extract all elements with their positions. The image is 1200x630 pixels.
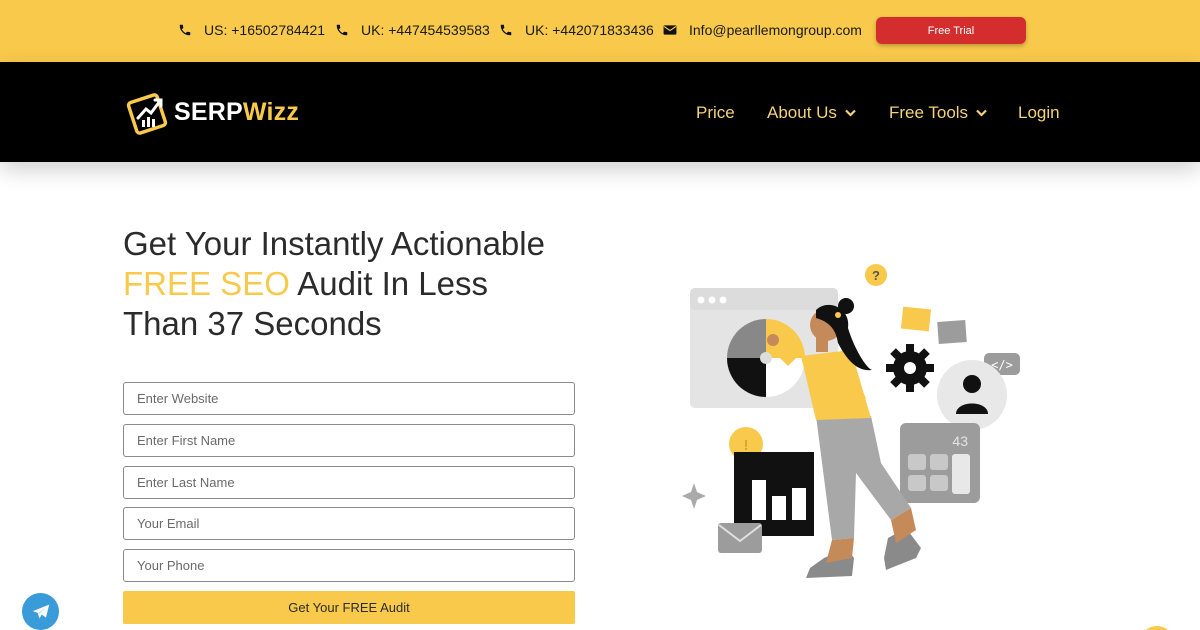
nav-label: Login xyxy=(1018,103,1060,122)
top-contact-bar: US: +16502784421 UK: +447454539583 UK: +… xyxy=(0,0,1200,62)
first-name-input[interactable] xyxy=(123,424,575,457)
headline-line-2: Audit In Less xyxy=(289,265,489,302)
nav-free-tools[interactable]: Free Tools xyxy=(889,103,987,123)
nav-about-us[interactable]: About Us xyxy=(767,103,856,123)
nav-label: Free Tools xyxy=(889,103,969,122)
contact-email[interactable]: Info@pearllemongroup.com xyxy=(663,22,862,38)
logo-wordmark: SERPWizz xyxy=(174,97,300,126)
phone-icon xyxy=(500,24,512,36)
phone-input[interactable] xyxy=(123,549,575,582)
note-yellow-shape xyxy=(900,306,932,332)
telegram-chat-button[interactable] xyxy=(22,593,59,630)
contact-phone-uk-2[interactable]: UK: +442071833436 xyxy=(499,22,654,38)
user-avatar-icon xyxy=(937,360,1007,430)
mail-icon xyxy=(718,523,762,553)
nav-label: About Us xyxy=(767,103,837,122)
question-bubble-icon: ? xyxy=(865,264,887,286)
phone-icon xyxy=(179,24,191,36)
headline-line-1: Get Your Instantly Actionable xyxy=(123,225,545,262)
serpwizz-logo[interactable]: SERPWizz xyxy=(126,88,299,136)
get-free-audit-button[interactable]: Get Your FREE Audit xyxy=(123,591,575,624)
contact-text: UK: +447454539583 xyxy=(361,22,490,38)
free-trial-button[interactable]: Free Trial xyxy=(876,17,1026,44)
logo-chart-icon xyxy=(126,93,168,135)
svg-text:!: ! xyxy=(744,437,749,454)
note-gray-shape xyxy=(937,320,967,344)
telegram-icon xyxy=(32,604,49,619)
headline-line-3: Than 37 Seconds xyxy=(123,305,382,342)
phone-icon xyxy=(336,24,348,36)
calculator-icon: 43 xyxy=(900,423,980,503)
contact-text: UK: +442071833436 xyxy=(525,22,654,38)
last-name-input[interactable] xyxy=(123,466,575,499)
sparkle-icon xyxy=(682,483,706,509)
email-input[interactable] xyxy=(123,507,575,540)
main-header: SERPWizz Price About Us Free Tools Login xyxy=(0,62,1200,162)
contact-phone-uk-1[interactable]: UK: +447454539583 xyxy=(335,22,490,38)
chevron-down-icon xyxy=(976,109,987,117)
svg-text:43: 43 xyxy=(952,433,968,449)
headline-highlight: FREE SEO xyxy=(123,265,290,302)
gear-icon xyxy=(886,344,934,392)
chevron-down-icon xyxy=(845,109,856,117)
website-input[interactable] xyxy=(123,382,575,415)
nav-price[interactable]: Price xyxy=(696,103,735,123)
chat-widget-button[interactable] xyxy=(1140,626,1174,630)
hero-headline: Get Your Instantly Actionable FREE SEO A… xyxy=(123,224,593,344)
contact-text: US: +16502784421 xyxy=(204,22,326,38)
nav-label: Price xyxy=(696,103,735,122)
contact-text: Info@pearllemongroup.com xyxy=(689,22,862,38)
svg-text:?: ? xyxy=(872,268,880,283)
envelope-icon xyxy=(663,25,677,35)
contact-phone-us[interactable]: US: +16502784421 xyxy=(178,22,325,38)
seo-audit-illustration: ? </> 43 ! xyxy=(682,264,1020,578)
nav-login[interactable]: Login xyxy=(1018,103,1060,123)
